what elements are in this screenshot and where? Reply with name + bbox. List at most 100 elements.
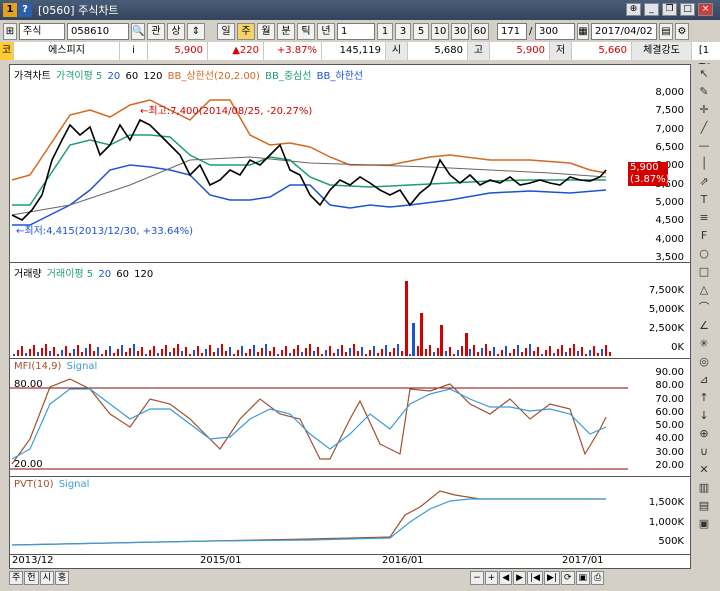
gann-icon[interactable]: ✳ bbox=[694, 335, 714, 352]
volume-bar bbox=[561, 345, 563, 356]
close-icon[interactable]: × bbox=[698, 3, 713, 16]
x-tick: 2016/01 bbox=[382, 555, 424, 566]
bottom-button[interactable]: 홍 bbox=[54, 571, 70, 585]
ruler-icon[interactable]: ⊿ bbox=[694, 371, 714, 388]
pin-icon[interactable]: ⊞ bbox=[3, 23, 17, 40]
volume-bar bbox=[297, 345, 299, 356]
angle-icon[interactable]: ∠ bbox=[694, 317, 714, 334]
vertical-line-icon[interactable]: │ bbox=[694, 155, 714, 172]
grid-icon[interactable]: ▤ bbox=[659, 23, 673, 40]
scroll-left-icon[interactable]: ◀ bbox=[499, 571, 513, 585]
watch-button[interactable]: 관 bbox=[147, 23, 165, 40]
line-icon[interactable]: ╱ bbox=[694, 119, 714, 136]
channel-icon[interactable]: ≡ bbox=[694, 209, 714, 226]
volume-bar bbox=[420, 313, 423, 356]
detail-button[interactable]: 상 bbox=[167, 23, 185, 40]
arc-icon[interactable]: ⌒ bbox=[694, 299, 714, 316]
chart-type-icon[interactable]: ▥ bbox=[694, 479, 714, 496]
price-tick: 5,000 bbox=[655, 196, 684, 208]
interval-30-button[interactable]: 30 bbox=[451, 23, 469, 40]
volume-bar bbox=[329, 346, 331, 356]
volume-bar bbox=[541, 354, 543, 356]
drawing-toolbar: ↖ ✎ ✛ ╱ — │ ⇗ T ≡ F ○ □ △ ⌒ ∠ ✳ ◎ ⊿ ↑ ↓ … bbox=[694, 64, 716, 569]
period-year-button[interactable]: 년 bbox=[317, 23, 335, 40]
volume-bar bbox=[53, 347, 55, 356]
bottom-button[interactable]: 헌 bbox=[24, 571, 39, 585]
interval-3-button[interactable]: 3 bbox=[395, 23, 411, 40]
reset-icon[interactable]: ⟳ bbox=[561, 571, 575, 585]
bars-icon[interactable]: ▤ bbox=[694, 497, 714, 514]
interval-5-button[interactable]: 5 bbox=[413, 23, 429, 40]
horizontal-line-icon[interactable]: — bbox=[694, 137, 714, 154]
calendar-icon[interactable]: ▦ bbox=[577, 23, 589, 40]
date-input[interactable]: 2017/04/02 bbox=[591, 23, 657, 40]
cursor-icon[interactable]: ↖ bbox=[694, 65, 714, 82]
count-max-input[interactable]: 300 bbox=[535, 23, 575, 40]
bottom-button[interactable]: 시 bbox=[39, 571, 54, 585]
count-input[interactable]: 171 bbox=[497, 23, 527, 40]
volume-bar bbox=[425, 349, 427, 356]
spin-icon[interactable]: ⇕ bbox=[187, 23, 205, 40]
zoom-icon[interactable]: ⊕ bbox=[694, 425, 714, 442]
maximize-icon[interactable]: □ bbox=[680, 3, 695, 16]
layers-icon[interactable]: ▣ bbox=[694, 515, 714, 532]
scroll-last-icon[interactable]: ▶| bbox=[544, 571, 560, 585]
help-icon[interactable]: ? bbox=[18, 3, 32, 17]
period-week-button[interactable]: 주 bbox=[237, 23, 255, 40]
market-select[interactable]: 주식 bbox=[19, 23, 65, 40]
interval-1-button[interactable]: 1 bbox=[377, 23, 393, 40]
print-icon[interactable]: ⎙ bbox=[591, 571, 605, 585]
volume-bar bbox=[345, 352, 347, 356]
circle-icon[interactable]: ○ bbox=[694, 245, 714, 262]
pvt-panel[interactable]: PVT(10) Signal 1,500K 1,000K 500K bbox=[10, 477, 690, 555]
restore-icon[interactable]: ❐ bbox=[662, 3, 677, 16]
info-button[interactable]: i bbox=[120, 42, 148, 60]
eraser-icon[interactable]: ✕ bbox=[694, 461, 714, 478]
bottom-button[interactable]: 주 bbox=[9, 571, 24, 585]
volume-bar bbox=[85, 348, 87, 356]
volume-bar bbox=[461, 346, 463, 356]
volume-bar bbox=[189, 354, 191, 356]
triangle-icon[interactable]: △ bbox=[694, 281, 714, 298]
period-day-button[interactable]: 일 bbox=[217, 23, 235, 40]
mfi-panel[interactable]: MFI(14,9) Signal 80.00 20.00 90.00 80.00… bbox=[10, 359, 690, 477]
interval-60-button[interactable]: 60 bbox=[471, 23, 489, 40]
fibonacci-icon[interactable]: F bbox=[694, 227, 714, 244]
volume-bar bbox=[153, 346, 155, 356]
text-icon[interactable]: T bbox=[694, 191, 714, 208]
link-icon[interactable]: ⊕ bbox=[626, 3, 641, 16]
period-minute-button[interactable]: 분 bbox=[277, 23, 295, 40]
volume-bar bbox=[125, 352, 127, 356]
cycle-icon[interactable]: ◎ bbox=[694, 353, 714, 370]
chart-area[interactable]: 가격차트 가격이평 5 20 60 120 BB_상한선(20,2.00) BB… bbox=[9, 64, 691, 569]
volume-bar bbox=[357, 351, 359, 356]
scroll-right-icon[interactable]: ▶ bbox=[513, 571, 527, 585]
save-icon[interactable]: ▣ bbox=[575, 571, 591, 585]
trend-icon[interactable]: ⇗ bbox=[694, 173, 714, 190]
rectangle-icon[interactable]: □ bbox=[694, 263, 714, 280]
zoom-minus-icon[interactable]: − bbox=[470, 571, 484, 585]
volume-bar bbox=[501, 350, 503, 356]
settings-icon[interactable]: ⚙ bbox=[675, 23, 689, 40]
arrow-up-icon[interactable]: ↑ bbox=[694, 389, 714, 406]
volume-value: 145,119 bbox=[322, 42, 386, 60]
app-icon: 1 bbox=[3, 3, 17, 17]
arrow-down-icon[interactable]: ↓ bbox=[694, 407, 714, 424]
price-panel[interactable]: 가격차트 가격이평 5 20 60 120 BB_상한선(20,2.00) BB… bbox=[10, 65, 690, 263]
quote-bar: 코 에스피지 i 5,900 ▲220 +3.87% 145,119 시 5,6… bbox=[0, 42, 720, 74]
period-tick-button[interactable]: 틱 bbox=[297, 23, 315, 40]
crosshair-icon[interactable]: ✛ bbox=[694, 101, 714, 118]
interval-10-button[interactable]: 10 bbox=[431, 23, 449, 40]
volume-bar bbox=[529, 344, 531, 356]
stock-code-input[interactable]: 058610 bbox=[67, 23, 129, 40]
magnet-icon[interactable]: ∪ bbox=[694, 443, 714, 460]
volume-bar bbox=[81, 352, 83, 356]
zoom-plus-icon[interactable]: + bbox=[484, 571, 499, 585]
search-icon[interactable]: 🔍 bbox=[131, 23, 145, 40]
interval-select[interactable]: 1 bbox=[337, 23, 375, 40]
period-month-button[interactable]: 월 bbox=[257, 23, 275, 40]
pencil-icon[interactable]: ✎ bbox=[694, 83, 714, 100]
volume-panel[interactable]: 거래량 거래이평 5 20 60 120 7,500K 5,000K 2,500… bbox=[10, 263, 690, 359]
minimize-icon[interactable]: _ bbox=[644, 3, 659, 16]
scroll-first-icon[interactable]: |◀ bbox=[527, 571, 544, 585]
